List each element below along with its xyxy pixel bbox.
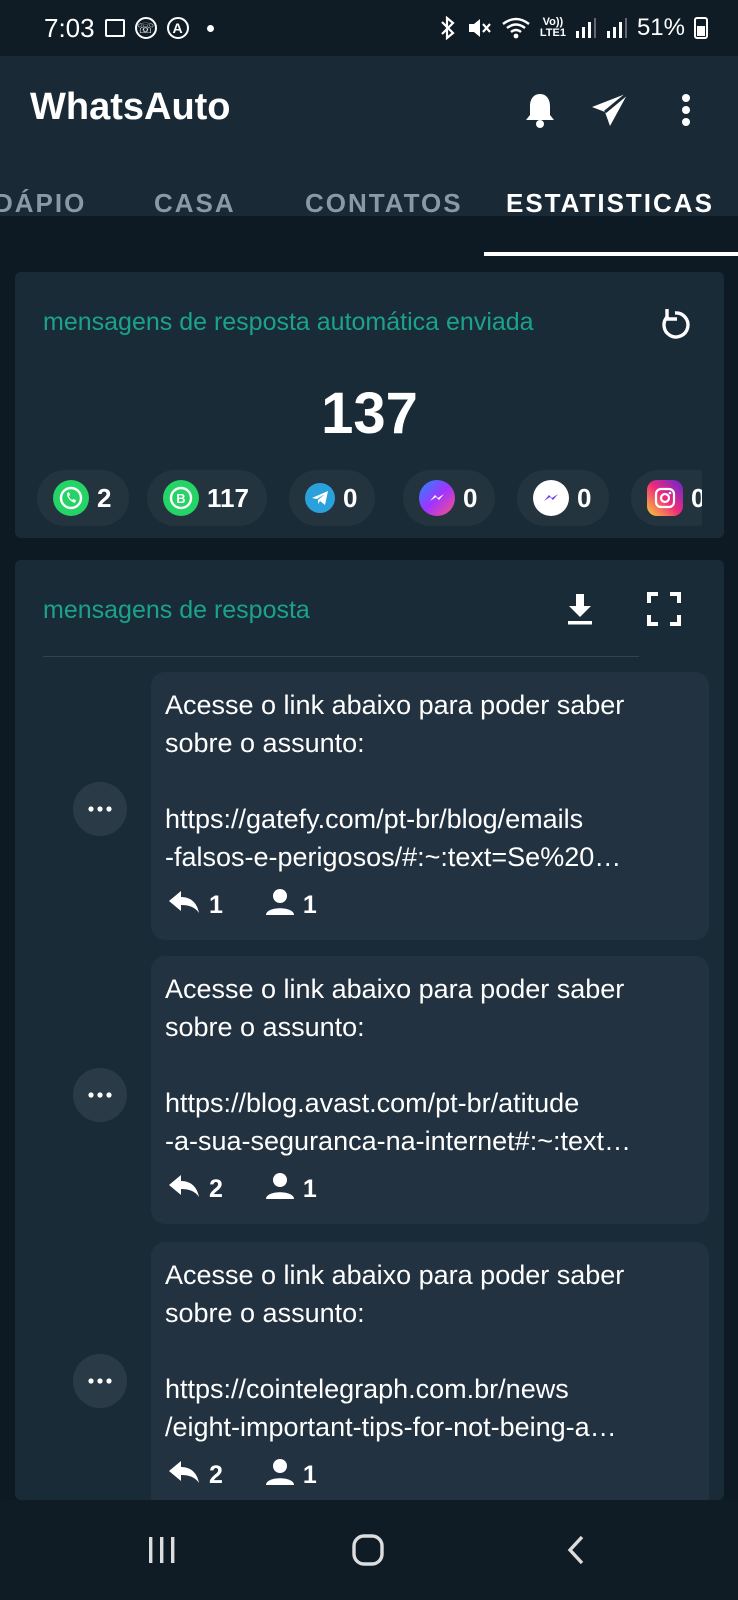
message-line: sobre o assunto:	[165, 1012, 365, 1042]
app-chips: 2 B 117 0 0 0 0	[37, 470, 702, 528]
reply-message[interactable]: Acesse o link abaixo para poder saber so…	[151, 1242, 709, 1500]
stats-total: 137	[321, 381, 418, 446]
person-icon	[265, 1458, 295, 1493]
home-button[interactable]	[342, 1524, 394, 1576]
tab-estatisticas[interactable]: ESTATISTICAS	[506, 188, 714, 219]
chip-count: 0	[343, 482, 358, 513]
reply-message[interactable]: Acesse o link abaixo para poder saber so…	[151, 956, 709, 1224]
stats-title: mensagens de resposta automática enviada	[43, 308, 534, 336]
battery-percent: 51%	[636, 14, 685, 41]
gallery-notification-icon	[104, 19, 125, 37]
mute-icon	[466, 16, 492, 40]
chip-count: 0	[463, 482, 478, 513]
message-text: Acesse o link abaixo para poder saber so…	[165, 970, 699, 1160]
messenger-lite-icon	[533, 480, 569, 516]
more-notifications-icon	[206, 24, 214, 32]
reply-count: 2	[209, 1461, 223, 1489]
message-stats: 2 1	[167, 1172, 317, 1207]
divider	[43, 656, 639, 657]
message-line: sobre o assunto:	[165, 728, 365, 758]
content-area: mensagens de resposta automática enviada…	[0, 256, 738, 1500]
wifi-icon	[501, 16, 531, 40]
status-time: 7:03	[44, 12, 95, 43]
chip-count: 2	[97, 482, 112, 513]
reply-count: 1	[209, 891, 223, 919]
chip-instagram[interactable]: 0	[631, 470, 702, 526]
refresh-icon[interactable]	[652, 302, 698, 348]
more-vert-icon[interactable]	[662, 86, 710, 134]
message-link: /eight-important-tips-for-not-being-a…	[165, 1412, 617, 1442]
message-link: https://gatefy.com/pt-br/blog/emails	[165, 804, 584, 834]
message-text: Acesse o link abaixo para poder saber so…	[165, 686, 699, 876]
replies-title: mensagens de resposta	[43, 596, 310, 624]
message-line: Acesse o link abaixo para poder saber	[165, 974, 625, 1004]
instagram-icon	[647, 480, 683, 516]
stats-card: mensagens de resposta automática enviada…	[15, 272, 724, 538]
reply-count: 2	[209, 1175, 223, 1203]
message-link: https://blog.avast.com/pt-br/atitude	[165, 1088, 580, 1118]
tab-casa[interactable]: CASA	[154, 188, 236, 219]
whatsapp-icon	[53, 480, 89, 516]
recent-apps-button[interactable]	[136, 1524, 188, 1576]
message-text: Acesse o link abaixo para poder saber so…	[165, 1256, 699, 1446]
message-line: Acesse o link abaixo para poder saber	[165, 690, 625, 720]
chip-messenger[interactable]: 0	[403, 470, 496, 526]
app-title: WhatsAuto	[30, 86, 231, 128]
contact-count: 1	[302, 1461, 317, 1489]
chip-messenger-lite[interactable]: 0	[517, 470, 610, 526]
tab-cardapio[interactable]: DÁPIO	[0, 188, 86, 219]
chip-telegram[interactable]: 0	[289, 470, 376, 526]
message-options-button[interactable]	[73, 1354, 127, 1408]
fullscreen-icon[interactable]	[641, 586, 687, 632]
reply-icon	[167, 889, 201, 922]
message-options-button[interactable]	[73, 782, 127, 836]
chip-count: 117	[207, 482, 249, 513]
whatsapp-business-icon: B	[163, 480, 199, 516]
reply-message[interactable]: Acesse o link abaixo para poder saber so…	[151, 672, 709, 940]
network-type-label: Vo)) LTE1	[539, 16, 566, 39]
bluetooth-icon	[439, 16, 457, 40]
signal-icon-1	[575, 17, 597, 39]
chip-count: 0	[691, 482, 702, 513]
send-icon[interactable]	[586, 86, 634, 134]
message-line: sobre o assunto:	[165, 1298, 365, 1328]
person-icon	[265, 1172, 295, 1207]
contact-count: 1	[302, 1175, 317, 1203]
svg-text:B: B	[176, 491, 185, 506]
chip-whatsapp-business[interactable]: B 117	[147, 470, 267, 526]
download-icon[interactable]	[557, 586, 603, 632]
replies-card: mensagens de resposta Acesse o link abai…	[15, 560, 724, 1500]
system-nav-bar	[0, 1500, 738, 1600]
message-stats: 1 1	[167, 888, 317, 923]
messenger-icon	[419, 480, 455, 516]
tab-contatos[interactable]: CONTATOS	[305, 188, 463, 219]
chip-count: 0	[577, 482, 592, 513]
message-link: -falsos-e-perigosos/#:~:text=Se%20…	[165, 842, 622, 872]
message-options-button[interactable]	[73, 1068, 127, 1122]
reply-icon	[167, 1459, 201, 1492]
whatsapp-notification-icon: ☏	[134, 17, 157, 39]
bell-icon[interactable]	[516, 86, 564, 134]
reply-icon	[167, 1173, 201, 1206]
person-icon	[265, 888, 295, 923]
chip-whatsapp[interactable]: 2	[37, 470, 130, 526]
message-stats: 2 1	[167, 1458, 317, 1493]
back-button[interactable]	[550, 1524, 602, 1576]
contact-count: 1	[302, 891, 317, 919]
message-line: Acesse o link abaixo para poder saber	[165, 1260, 625, 1290]
auto-notification-icon: A	[166, 17, 189, 39]
status-bar: 7:03 ☏ A Vo)) LTE1 51%	[0, 0, 738, 56]
battery-icon	[694, 17, 708, 39]
message-link: https://cointelegraph.com.br/news	[165, 1374, 569, 1404]
signal-icon-2	[606, 17, 628, 39]
telegram-icon	[305, 483, 335, 513]
message-link: -a-sua-seguranca-na-internet#:~:text…	[165, 1126, 631, 1156]
